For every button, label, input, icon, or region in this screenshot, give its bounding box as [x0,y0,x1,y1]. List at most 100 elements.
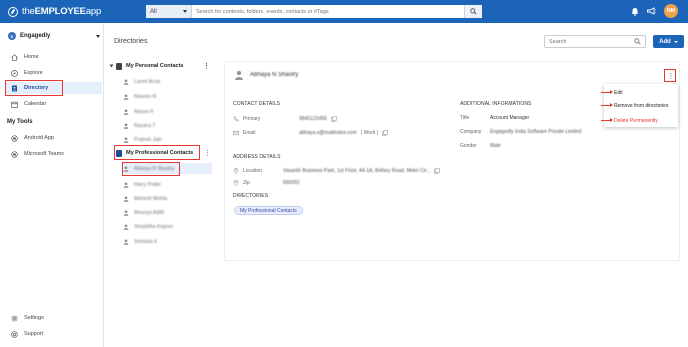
contact-name: Mahesh Mehta [134,195,168,202]
directory-chip[interactable]: My Professional Contacts [234,206,303,215]
additional-info-heading: ADDITIONAL INFORMATIONS [460,101,532,107]
contact-name: Harry Potter [134,181,161,188]
compass-icon [11,69,18,77]
primary-phone-row: Primary 9845123456 [233,114,341,123]
chevron-down-icon [673,40,678,43]
sidebar-item-label: Android App [24,135,54,141]
list-item[interactable]: Harry Potter [122,179,218,190]
sidebar-item-calendar[interactable]: Calendar [6,98,102,110]
menu-item-remove-from-directories[interactable]: Remove from directories [614,101,668,110]
mail-icon [233,130,239,136]
copy-icon[interactable] [382,129,388,136]
menu-item-delete-permanently[interactable]: Delete Permanently [614,116,658,125]
global-search-button[interactable] [464,5,482,18]
contact-full-name: Abhaya N Shastry [250,72,299,78]
person-icon [235,70,243,80]
arrow-annotation [601,118,613,122]
list-item[interactable]: Mounya Adith [122,207,218,218]
sidebar-item-home[interactable]: Home [6,51,102,63]
page-title: Directories [114,38,148,45]
sidebar-item-settings[interactable]: Settings [6,312,102,324]
title-value: Account Manager [490,114,530,121]
list-item[interactable]: Navya H [122,106,218,117]
logo-icon [8,6,18,17]
contact-header: Abhaya N Shastry [234,70,298,80]
tree-group-professional[interactable]: My Professional Contacts [116,147,210,159]
global-search: All [146,5,482,18]
company-row: Company Engagedly India Software Private… [460,127,581,136]
zip-label: Zip [243,179,250,186]
list-item[interactable]: Laxmi Arvar [122,76,218,87]
user-avatar[interactable]: NM [664,4,678,18]
search-icon[interactable] [634,38,641,45]
tree-group-label: My Professional Contacts [126,150,194,156]
sidebar-item-label: Directory [24,85,49,91]
megaphone-icon[interactable] [647,7,656,16]
sidebar-item-directory[interactable]: Directory [6,82,102,94]
sidebar-item-label: Support [24,331,44,337]
list-item[interactable]: Abhaya N Shastry [122,163,212,174]
contact-name: Prateek Jain [134,136,162,143]
search-scope-select[interactable]: All [146,5,192,18]
list-item[interactable]: Nayana T [122,120,218,131]
location-row: Location Vasanth Business Park, 1st Floo… [233,166,444,175]
contact-name: Shraddha Kapoor [134,223,174,230]
list-item[interactable]: Sreelata K [122,236,218,247]
company-value: Engagedly India Software Private Limited [490,128,582,135]
sidebar-item-explore[interactable]: Explore [6,67,102,79]
contact-book-icon [116,62,122,70]
bell-icon[interactable] [630,7,639,16]
phone-icon [233,116,239,122]
contact-name: Navya H [134,108,154,115]
expand-icon[interactable] [109,64,114,68]
sidebar-item-microsoft-teams[interactable]: Microsoft Teams [6,148,102,160]
more-options-icon[interactable]: ⋮ [204,147,211,159]
contact-name: Abhaya N Shastry [134,165,175,172]
company-label: Company [460,128,482,135]
location-label: Location [243,167,262,174]
chevron-down-icon [183,10,187,13]
org-switcher[interactable]: E Engagedly [8,31,100,41]
copy-icon[interactable] [331,115,337,122]
copy-icon[interactable] [434,167,441,174]
org-name: Engagedly [20,33,51,39]
gender-value: Male [490,142,501,149]
person-icon [122,223,129,230]
global-search-input[interactable] [192,5,464,18]
primary-value: 9845123456 [299,115,327,122]
tree-group-personal[interactable]: My Personal Contacts ⋮ [109,60,214,72]
more-options-icon[interactable]: ⋮ [666,70,676,82]
list-item[interactable]: Shraddha Kapoor [122,221,218,232]
contact-name: Laxmi Arvar [134,78,161,85]
contact-name: Nayana T [134,122,156,129]
person-icon [122,209,129,216]
directory-search-input[interactable] [549,38,634,45]
sidebar-item-label: Settings [24,315,44,321]
more-options-icon[interactable]: ⋮ [203,62,210,70]
app-logo[interactable]: theEMPLOYEEapp [8,5,101,18]
menu-item-edit[interactable]: Edit [614,88,623,97]
gender-label: Gender [460,142,477,149]
person-icon [122,238,129,245]
person-icon [122,108,129,115]
sidebar-item-label: Calendar [24,101,47,107]
list-item[interactable]: Naveen N [122,91,218,102]
add-button-label: Add [659,38,671,45]
list-item[interactable]: Mahesh Mehta [122,193,218,204]
logo-prefix: the [22,6,35,17]
person-icon [122,78,129,85]
address-details-heading: ADDRESS DETAILS [233,154,281,160]
contact-options-menu: Edit Remove from directories Delete Perm… [604,84,678,127]
email-value: abhaya.s@mailinator.com [299,129,357,136]
sidebar-item-support[interactable]: Support [6,328,102,340]
sidebar-item-android-app[interactable]: Android App [6,132,102,144]
add-button[interactable]: Add [653,35,684,48]
arrow-annotation [601,90,613,94]
list-item[interactable]: Prateek Jain [122,134,218,145]
person-icon [122,122,129,129]
sidebar-item-label: Microsoft Teams [24,151,64,157]
contact-name: Naveen N [134,93,157,100]
sidebar-item-label: Home [24,54,39,60]
search-scope-value: All [150,8,157,15]
top-icons: NM [630,4,678,18]
